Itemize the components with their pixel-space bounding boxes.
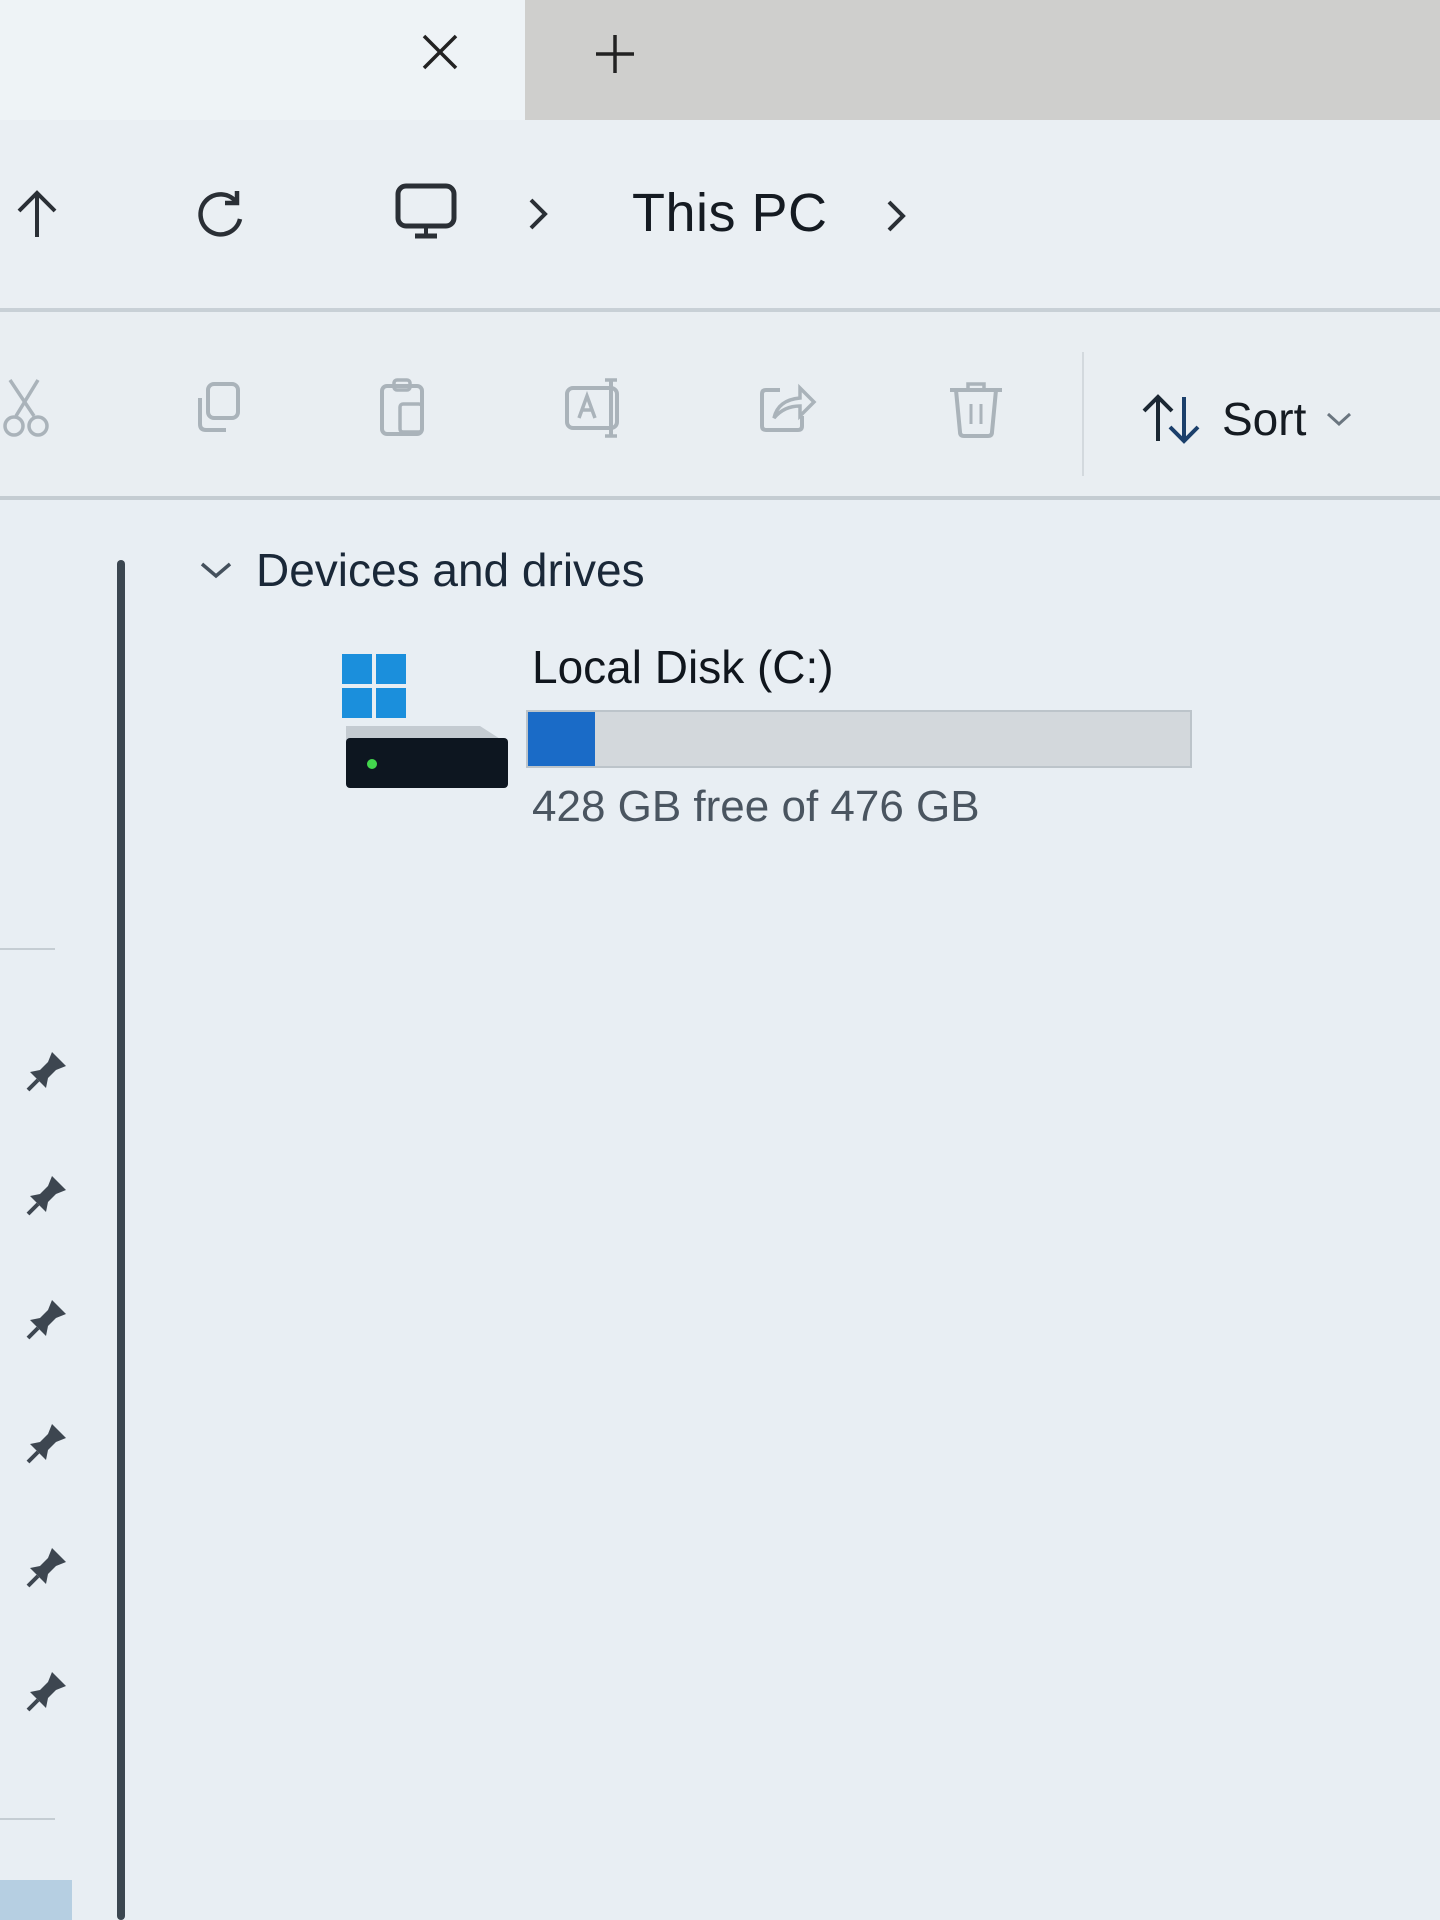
pin-icon[interactable]: [22, 1170, 72, 1220]
monitor-icon: [395, 183, 457, 239]
plus-icon: [596, 35, 634, 73]
sort-label: Sort: [1222, 393, 1307, 445]
tab-strip: [0, 0, 1440, 120]
this-pc-location-button[interactable]: [386, 176, 466, 250]
paste-button[interactable]: [364, 368, 444, 448]
pin-icon[interactable]: [22, 1294, 72, 1344]
section-devices-and-drives[interactable]: Devices and drives: [198, 538, 645, 602]
cut-icon: [3, 379, 49, 437]
up-button[interactable]: [0, 178, 70, 248]
drive-tile-local-disk-c[interactable]: Local Disk (C:) 428 GB free of 476 GB: [320, 630, 1220, 850]
pin-icon[interactable]: [22, 1542, 72, 1592]
drive-free-space: 428 GB free of 476 GB: [532, 782, 980, 831]
delete-button[interactable]: [936, 368, 1016, 448]
sort-button[interactable]: Sort: [1140, 384, 1354, 454]
copy-button[interactable]: [178, 368, 258, 448]
cut-button[interactable]: [0, 368, 68, 448]
copy-icon: [198, 382, 240, 432]
tab-strip-empty-area: [525, 0, 1440, 120]
rename-icon: [565, 378, 619, 438]
rename-button[interactable]: [556, 368, 636, 448]
command-divider: [0, 496, 1440, 500]
chevron-right-icon: [887, 200, 906, 232]
new-tab-button[interactable]: [585, 24, 645, 84]
navigation-pane[interactable]: [0, 500, 118, 1920]
nav-divider: [0, 1818, 55, 1820]
share-icon: [760, 383, 817, 432]
nav-divider: [0, 948, 55, 950]
breadcrumb-separator-2[interactable]: [866, 186, 926, 246]
nav-selected-item[interactable]: [0, 1880, 72, 1920]
pin-icon[interactable]: [22, 1046, 72, 1096]
chevron-right-icon: [529, 198, 548, 230]
delete-icon: [950, 382, 1002, 438]
command-separator: [1082, 352, 1084, 476]
refresh-button[interactable]: [186, 178, 256, 248]
windows-drive-icon: [342, 654, 508, 788]
breadcrumb-this-pc[interactable]: This PC: [632, 182, 828, 244]
pin-icon[interactable]: [22, 1666, 72, 1716]
arrow-up-icon: [17, 190, 57, 237]
close-icon: [422, 34, 458, 70]
section-label: Devices and drives: [256, 544, 645, 596]
paste-icon: [380, 378, 424, 436]
drive-usage-fill: [528, 712, 595, 766]
navigation-pane-splitter[interactable]: [117, 560, 125, 1920]
close-tab-button[interactable]: [410, 22, 470, 82]
breadcrumb-separator-1[interactable]: [508, 184, 568, 244]
chevron-down-icon: [1327, 412, 1352, 427]
share-button[interactable]: [746, 368, 826, 448]
chevron-down-icon: [200, 562, 232, 579]
refresh-icon: [198, 191, 243, 237]
pin-icon[interactable]: [22, 1418, 72, 1468]
file-explorer-window: This PC Sort Devices and drives Local Di…: [0, 0, 1440, 1920]
drive-name: Local Disk (C:): [532, 641, 834, 693]
drive-usage-bar: [526, 710, 1192, 768]
sort-arrows-icon: [1142, 394, 1200, 444]
